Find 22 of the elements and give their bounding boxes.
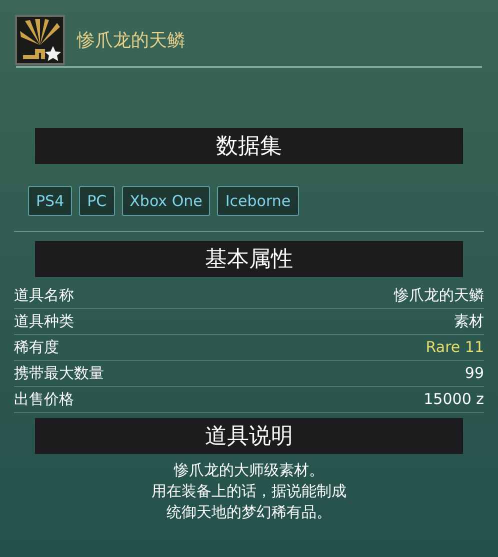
description-line: 统御天地的梦幻稀有品。 [166, 502, 332, 523]
section-header: 基本属性 [35, 241, 463, 277]
attribute-value: 15000 z [424, 389, 484, 410]
section-header: 数据集 [35, 128, 463, 164]
attribute-label: 携带最大数量 [14, 363, 104, 384]
attribute-value: 惨爪龙的天鳞 [394, 285, 484, 306]
attribute-value: 素材 [454, 311, 484, 332]
attribute-value: Rare 11 [426, 337, 484, 358]
attribute-label: 出售价格 [14, 389, 74, 410]
dataset-tag: Xbox One [122, 186, 210, 216]
item-icon [15, 15, 65, 65]
attribute-label: 道具种类 [14, 311, 74, 332]
item-title: 惨爪龙的天鳞 [77, 28, 185, 52]
attribute-label: 稀有度 [14, 337, 59, 358]
dataset-tag: Iceborne [217, 186, 299, 216]
dataset-tag: PS4 [28, 186, 72, 216]
description-line: 用在装备上的话，据说能制成 [152, 481, 346, 502]
attribute-value: 99 [464, 363, 484, 384]
section-header: 道具说明 [35, 418, 463, 454]
attribute-label: 道具名称 [14, 285, 74, 306]
description-line: 惨爪龙的大师级素材。 [174, 460, 324, 481]
dataset-tag: PC [79, 186, 115, 216]
